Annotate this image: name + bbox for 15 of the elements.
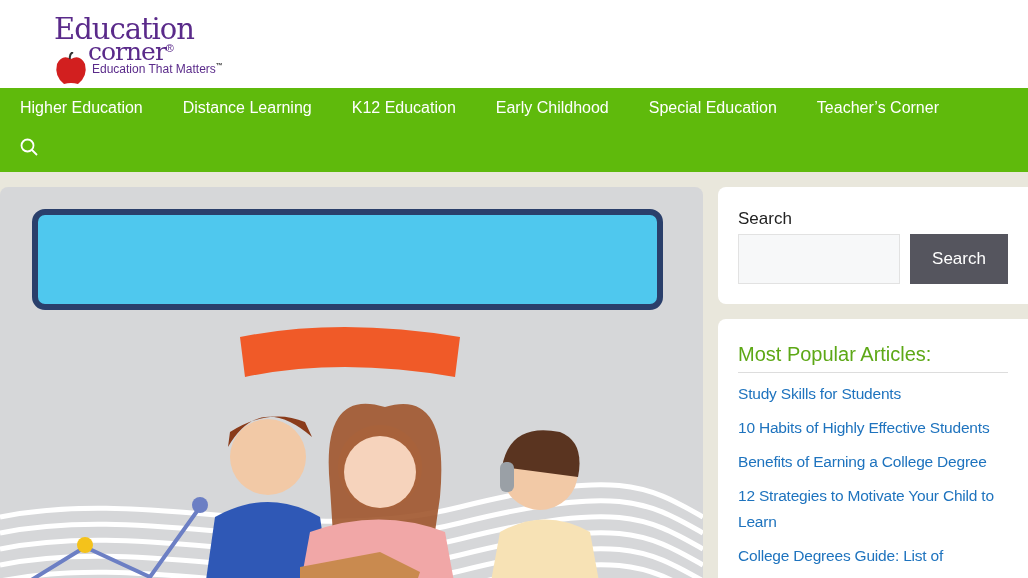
article-link[interactable]: Study Skills for Students [738,381,1008,407]
logo-text: corner [88,42,166,62]
article-link[interactable]: 12 Strategies to Motivate Your Child to Learn [738,483,1008,535]
search-label: Search [738,209,793,229]
search-field[interactable] [738,234,900,284]
search-icon[interactable] [20,138,38,156]
registered-mark: ® [165,42,174,54]
logo-tagline: Education That Matters [92,62,216,76]
article-link[interactable]: Benefits of Earning a College Degree [738,449,1008,475]
article-link[interactable]: 10 Habits of Highly Effective Students [738,415,1008,441]
logo-text: Education [54,16,195,42]
search-button[interactable]: Search [910,234,1008,284]
widget-title: Most Popular Articles: [738,343,1008,373]
article-link[interactable]: College Degrees Guide: List of [738,543,1008,569]
apple-icon [54,52,88,86]
